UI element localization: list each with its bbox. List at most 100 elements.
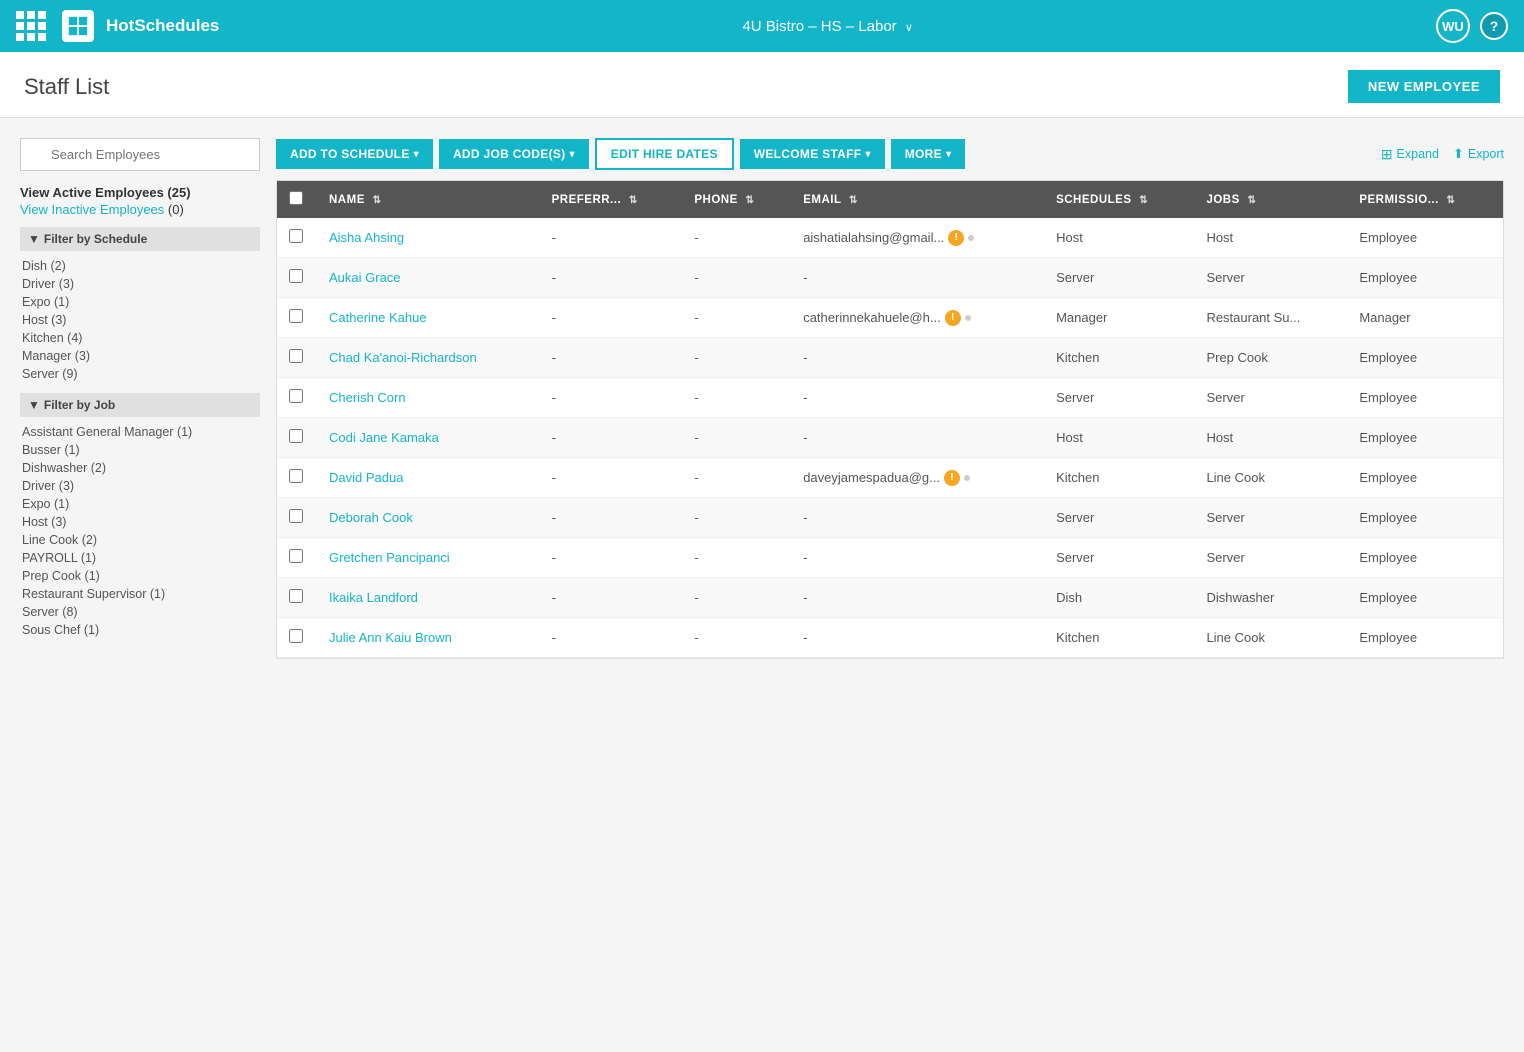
schedule-filter-item[interactable]: Dish (2) xyxy=(22,257,260,275)
job-filter-item[interactable]: Expo (1) xyxy=(22,495,260,513)
row-checkbox[interactable] xyxy=(289,429,303,443)
row-checkbox[interactable] xyxy=(289,309,303,323)
row-checkbox[interactable] xyxy=(289,269,303,283)
active-employees-label: View Active Employees xyxy=(20,185,164,200)
row-checkbox[interactable] xyxy=(289,389,303,403)
employee-schedules: Kitchen xyxy=(1044,458,1194,498)
export-button[interactable]: ⬆ Export xyxy=(1453,146,1504,162)
expand-button[interactable]: ⊞ Expand xyxy=(1381,146,1439,163)
toolbar: ADD TO SCHEDULE ▾ ADD JOB CODE(S) ▾ EDIT… xyxy=(276,138,1504,170)
row-checkbox-cell[interactable] xyxy=(277,578,317,618)
employee-name[interactable]: Deborah Cook xyxy=(317,498,540,538)
employee-email: daveyjamespadua@g...! xyxy=(791,458,1044,498)
help-button[interactable]: ? xyxy=(1480,12,1508,40)
employee-jobs: Server xyxy=(1194,378,1347,418)
row-checkbox-cell[interactable] xyxy=(277,258,317,298)
schedule-filter-item[interactable]: Expo (1) xyxy=(22,293,260,311)
employee-name[interactable]: Chad Ka'anoi-Richardson xyxy=(317,338,540,378)
row-checkbox-cell[interactable] xyxy=(277,218,317,258)
employee-preferred: - xyxy=(540,378,683,418)
employee-name[interactable]: Aukai Grace xyxy=(317,258,540,298)
job-filter-item[interactable]: Line Cook (2) xyxy=(22,531,260,549)
row-checkbox[interactable] xyxy=(289,349,303,363)
employee-name[interactable]: Julie Ann Kaiu Brown xyxy=(317,618,540,658)
job-filter-item[interactable]: Driver (3) xyxy=(22,477,260,495)
employee-name[interactable]: Catherine Kahue xyxy=(317,298,540,338)
header-jobs[interactable]: JOBS ⇅ xyxy=(1194,181,1347,218)
job-filter-item[interactable]: Sous Chef (1) xyxy=(22,621,260,639)
header-checkbox-cell[interactable] xyxy=(277,181,317,218)
employee-phone: - xyxy=(682,258,791,298)
job-filter-item[interactable]: Busser (1) xyxy=(22,441,260,459)
job-filter-item[interactable]: Restaurant Supervisor (1) xyxy=(22,585,260,603)
select-all-checkbox[interactable] xyxy=(289,191,303,205)
welcome-staff-label: WELCOME STAFF xyxy=(754,147,862,161)
welcome-staff-button[interactable]: WELCOME STAFF ▾ xyxy=(740,139,885,169)
row-checkbox[interactable] xyxy=(289,469,303,483)
employee-name[interactable]: David Padua xyxy=(317,458,540,498)
search-input[interactable] xyxy=(20,138,260,171)
app-grid-icon[interactable] xyxy=(16,11,46,41)
filter-by-schedule-section[interactable]: ▼ Filter by Schedule xyxy=(20,227,260,251)
employee-schedules: Server xyxy=(1044,538,1194,578)
row-checkbox[interactable] xyxy=(289,589,303,603)
row-checkbox-cell[interactable] xyxy=(277,498,317,538)
employee-phone: - xyxy=(682,458,791,498)
view-active-employees-link[interactable]: View Active Employees (25) xyxy=(20,185,260,200)
search-wrapper xyxy=(20,138,260,171)
schedule-filter-item[interactable]: Server (9) xyxy=(22,365,260,383)
inactive-count: (0) xyxy=(168,202,184,217)
table-scroll[interactable]: NAME ⇅ PREFERR... ⇅ PHONE ⇅ EMAIL ⇅ SCHE… xyxy=(277,181,1503,658)
content-area: ADD TO SCHEDULE ▾ ADD JOB CODE(S) ▾ EDIT… xyxy=(276,138,1504,659)
email-text: catherinnekahuele@h... xyxy=(803,310,941,325)
schedule-filter-item[interactable]: Driver (3) xyxy=(22,275,260,293)
row-checkbox[interactable] xyxy=(289,629,303,643)
schedule-filter-item[interactable]: Manager (3) xyxy=(22,347,260,365)
row-checkbox[interactable] xyxy=(289,509,303,523)
row-checkbox-cell[interactable] xyxy=(277,458,317,498)
employee-schedules: Manager xyxy=(1044,298,1194,338)
header-permission[interactable]: PERMISSIO... ⇅ xyxy=(1347,181,1503,218)
more-chevron: ▾ xyxy=(946,149,951,160)
row-checkbox-cell[interactable] xyxy=(277,538,317,578)
add-job-codes-button[interactable]: ADD JOB CODE(S) ▾ xyxy=(439,139,589,169)
header-name[interactable]: NAME ⇅ xyxy=(317,181,540,218)
employee-name[interactable]: Cherish Corn xyxy=(317,378,540,418)
add-to-schedule-button[interactable]: ADD TO SCHEDULE ▾ xyxy=(276,139,433,169)
header-email[interactable]: EMAIL ⇅ xyxy=(791,181,1044,218)
view-inactive-employees-link[interactable]: View Inactive Employees (0) xyxy=(20,202,260,217)
job-filter-item[interactable]: Assistant General Manager (1) xyxy=(22,423,260,441)
employee-phone: - xyxy=(682,618,791,658)
header-schedules[interactable]: SCHEDULES ⇅ xyxy=(1044,181,1194,218)
employee-name[interactable]: Ikaika Landford xyxy=(317,578,540,618)
schedule-filter-item[interactable]: Host (3) xyxy=(22,311,260,329)
user-avatar[interactable]: WU xyxy=(1436,9,1470,43)
schedule-filter-item[interactable]: Kitchen (4) xyxy=(22,329,260,347)
page-header: Staff List NEW EMPLOYEE xyxy=(0,52,1524,118)
job-filter-item[interactable]: Dishwasher (2) xyxy=(22,459,260,477)
employee-permission: Employee xyxy=(1347,618,1503,658)
filter-by-job-section[interactable]: ▼ Filter by Job xyxy=(20,393,260,417)
employee-name[interactable]: Aisha Ahsing xyxy=(317,218,540,258)
row-checkbox-cell[interactable] xyxy=(277,618,317,658)
row-checkbox-cell[interactable] xyxy=(277,418,317,458)
employee-name[interactable]: Gretchen Pancipanci xyxy=(317,538,540,578)
row-checkbox-cell[interactable] xyxy=(277,378,317,418)
employee-name[interactable]: Codi Jane Kamaka xyxy=(317,418,540,458)
location-label[interactable]: 4U Bistro – HS – Labor ∨ xyxy=(742,18,912,35)
job-filter-item[interactable]: Host (3) xyxy=(22,513,260,531)
employee-phone: - xyxy=(682,338,791,378)
header-preferred[interactable]: PREFERR... ⇅ xyxy=(540,181,683,218)
job-filter-item[interactable]: PAYROLL (1) xyxy=(22,549,260,567)
more-button[interactable]: MORE ▾ xyxy=(891,139,966,169)
edit-hire-dates-button[interactable]: EDIT HIRE DATES xyxy=(595,138,734,170)
row-checkbox[interactable] xyxy=(289,549,303,563)
new-employee-button[interactable]: NEW EMPLOYEE xyxy=(1348,70,1500,103)
job-filter-item[interactable]: Server (8) xyxy=(22,603,260,621)
row-checkbox[interactable] xyxy=(289,229,303,243)
employee-jobs: Line Cook xyxy=(1194,618,1347,658)
row-checkbox-cell[interactable] xyxy=(277,338,317,378)
job-filter-item[interactable]: Prep Cook (1) xyxy=(22,567,260,585)
row-checkbox-cell[interactable] xyxy=(277,298,317,338)
header-phone[interactable]: PHONE ⇅ xyxy=(682,181,791,218)
